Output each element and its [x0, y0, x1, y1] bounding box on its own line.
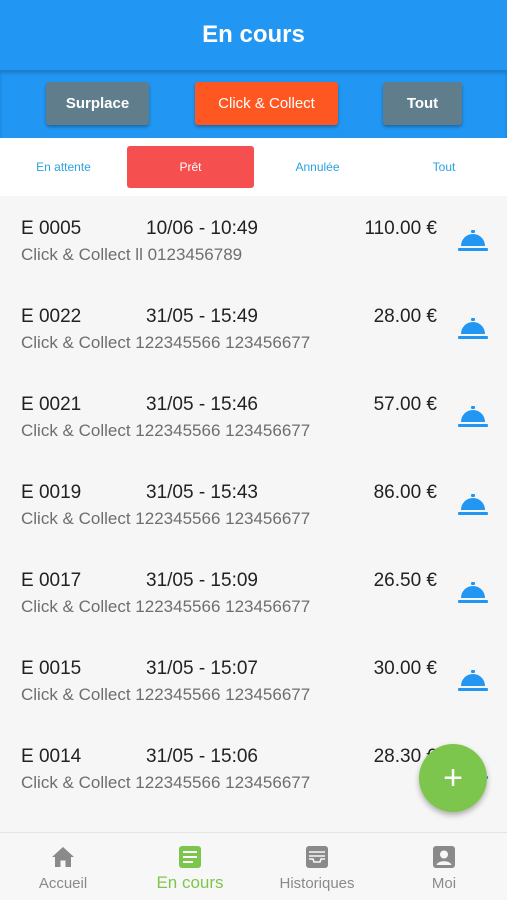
order-date: 31/05 - 15:06 — [146, 746, 258, 767]
order-amount: 28.00 € — [373, 306, 437, 327]
status-tout-tab[interactable]: Tout — [381, 146, 507, 188]
order-code: E 0014 — [21, 746, 82, 767]
service-bell-icon[interactable] — [458, 582, 488, 604]
order-code: E 0005 — [21, 218, 82, 239]
order-row[interactable]: E 0019 31/05 - 15:43 86.00 € Click & Col… — [0, 460, 507, 548]
service-bell-icon[interactable] — [458, 318, 488, 340]
orders-list: E 0005 10/06 - 10:49 110.00 € Click & Co… — [0, 196, 507, 832]
order-subtitle: Click & Collect 122345566 123456677 — [21, 509, 311, 528]
order-amount: 57.00 € — [373, 394, 437, 415]
user-profile-icon — [433, 846, 455, 868]
plus-icon: + — [443, 759, 463, 797]
add-order-button[interactable]: + — [419, 744, 487, 812]
order-row[interactable]: E 0021 31/05 - 15:46 57.00 € Click & Col… — [0, 372, 507, 460]
status-annulee-tab[interactable]: Annulée — [254, 146, 381, 188]
order-type-filter-bar: Surplace Click & Collect Tout — [0, 70, 507, 138]
order-date: 31/05 - 15:07 — [146, 658, 258, 679]
app-bar: En cours — [0, 0, 507, 70]
order-amount: 86.00 € — [373, 482, 437, 503]
order-date: 10/06 - 10:49 — [146, 218, 258, 239]
order-date: 31/05 - 15:49 — [146, 306, 258, 327]
order-code: E 0019 — [21, 482, 82, 503]
service-bell-icon[interactable] — [458, 406, 488, 428]
filter-surplace-button[interactable]: Surplace — [46, 82, 149, 125]
tab-en-cours-label: En cours — [156, 873, 224, 892]
tab-accueil[interactable]: Accueil — [0, 833, 126, 900]
order-row[interactable]: E 0015 31/05 - 15:07 30.00 € Click & Col… — [0, 636, 507, 724]
bottom-tab-bar: Accueil En cours Historiques Moi — [0, 832, 507, 900]
order-code: E 0022 — [21, 306, 82, 327]
service-bell-icon[interactable] — [458, 230, 488, 252]
order-subtitle: Click & Collect 122345566 123456677 — [21, 597, 311, 616]
tab-accueil-label: Accueil — [38, 875, 88, 892]
home-icon — [52, 847, 74, 867]
order-subtitle: Click & Collect 122345566 123456677 — [21, 421, 311, 440]
tab-historiques[interactable]: Historiques — [254, 833, 380, 900]
order-date: 31/05 - 15:46 — [146, 394, 258, 415]
archive-tray-icon — [306, 846, 328, 868]
status-en-attente-tab[interactable]: En attente — [0, 146, 127, 188]
service-bell-icon[interactable] — [458, 670, 488, 692]
order-row[interactable]: E 0017 31/05 - 15:09 26.50 € Click & Col… — [0, 548, 507, 636]
order-code: E 0017 — [21, 570, 82, 591]
order-row[interactable]: E 0005 10/06 - 10:49 110.00 € Click & Co… — [0, 196, 507, 284]
status-pret-tab[interactable]: Prêt — [127, 146, 254, 188]
filter-tout-button[interactable]: Tout — [383, 82, 462, 125]
order-subtitle: Click & Collect ll 0123456789 — [21, 245, 243, 264]
tab-historiques-label: Historiques — [279, 875, 355, 892]
order-subtitle: Click & Collect 122345566 123456677 — [21, 773, 311, 792]
order-date: 31/05 - 15:43 — [146, 482, 258, 503]
order-code: E 0021 — [21, 394, 82, 415]
order-amount: 110.00 € — [364, 218, 437, 239]
service-bell-icon[interactable] — [458, 494, 488, 516]
status-filter-bar: En attente Prêt Annulée Tout — [0, 138, 507, 196]
tab-en-cours[interactable]: En cours — [127, 833, 253, 900]
filter-click-collect-button[interactable]: Click & Collect — [195, 82, 338, 125]
order-subtitle: Click & Collect 122345566 123456677 — [21, 333, 311, 352]
document-list-icon — [179, 846, 201, 868]
order-amount: 26.50 € — [373, 570, 437, 591]
page-title: En cours — [202, 21, 305, 48]
order-amount: 30.00 € — [373, 658, 437, 679]
order-row[interactable]: E 0022 31/05 - 15:49 28.00 € Click & Col… — [0, 284, 507, 372]
tab-moi-label: Moi — [431, 875, 457, 892]
tab-moi[interactable]: Moi — [381, 833, 507, 900]
order-subtitle: Click & Collect 122345566 123456677 — [21, 685, 311, 704]
order-date: 31/05 - 15:09 — [146, 570, 258, 591]
order-code: E 0015 — [21, 658, 82, 679]
